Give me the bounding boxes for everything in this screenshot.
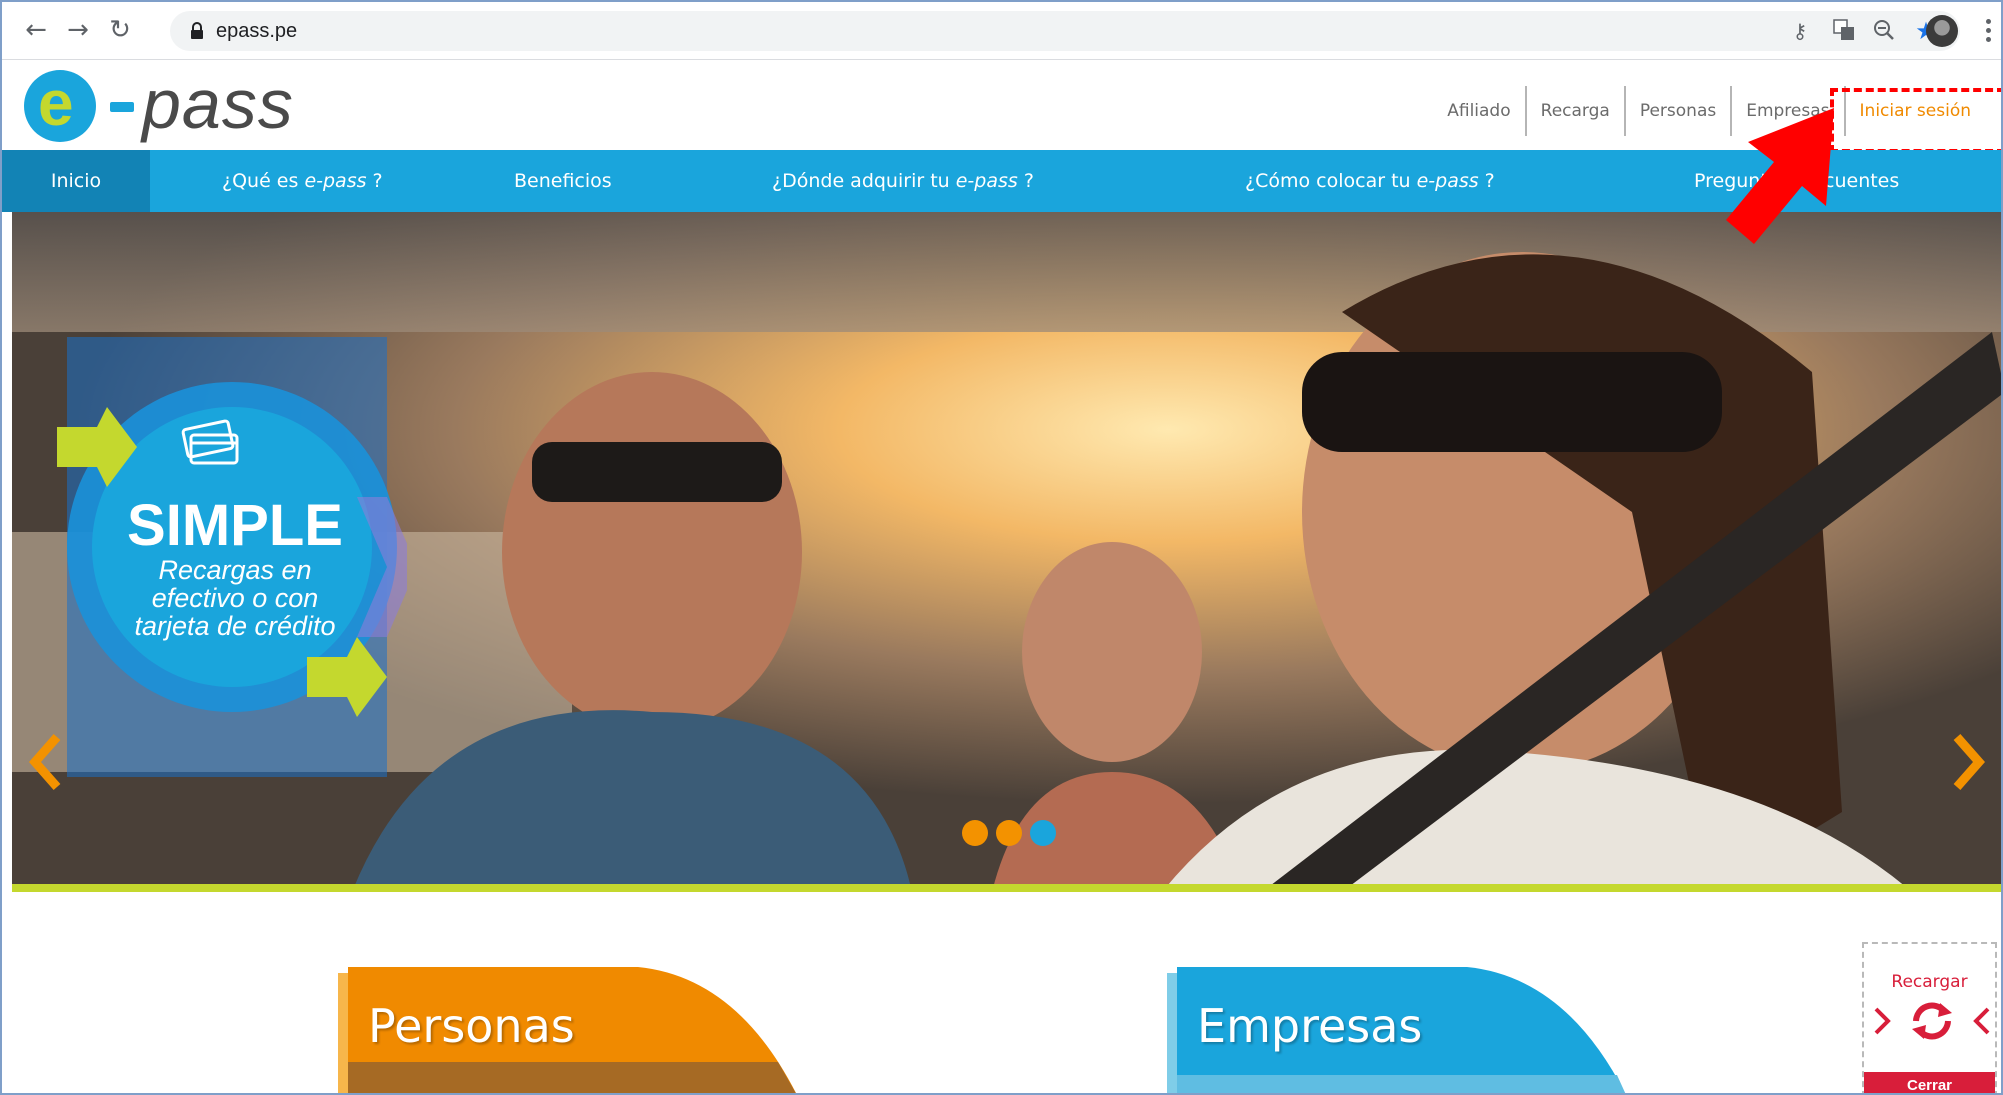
translate-icon[interactable]	[1832, 19, 1856, 43]
nav-item-que-es[interactable]: ¿Qué es e-pass ?	[222, 150, 383, 212]
card-personas[interactable]: Personas	[338, 967, 808, 1093]
nav-item-beneficios[interactable]: Beneficios	[514, 150, 612, 212]
recargar-icons[interactable]	[1872, 1001, 1992, 1041]
promo-line: efectivo o con	[151, 583, 319, 613]
nav-label: Inicio	[50, 170, 102, 192]
top-link-afiliado[interactable]: Afiliado	[1433, 86, 1524, 136]
cerrar-button[interactable]: Cerrar	[1864, 1072, 1995, 1093]
hero-underline	[12, 884, 2001, 892]
nav-item-donde-adquirir[interactable]: ¿Dónde adquirir tu e-pass ?	[772, 150, 1034, 212]
logo-dash	[110, 102, 134, 112]
back-arrow-icon[interactable]: ←	[22, 16, 50, 44]
recargar-widget[interactable]: Recargar Cerrar	[1862, 942, 1997, 1093]
lock-icon	[191, 22, 203, 39]
browser-toolbar: ← → ↻ epass.pe ⚷ ★	[2, 2, 2001, 60]
highlight-annotation	[1830, 88, 2001, 153]
address-bar[interactable]: epass.pe ⚷ ★	[170, 11, 1960, 51]
carousel-dots	[962, 820, 1072, 848]
epass-logo[interactable]: e pass	[24, 65, 324, 144]
card-empresas[interactable]: Empresas	[1167, 967, 1637, 1093]
carousel-dot[interactable]	[962, 820, 988, 846]
url-text[interactable]: epass.pe	[216, 20, 297, 43]
nav-label: ¿Qué es	[222, 170, 305, 192]
carousel-next-arrow[interactable]	[1947, 732, 1987, 792]
site-header: e pass Afiliado Recarga Personas Empresa…	[2, 60, 2001, 153]
nav-label: ?	[1017, 170, 1034, 192]
nav-label-em: e-pass	[1416, 170, 1479, 192]
refresh-icon	[1912, 1002, 1952, 1040]
recargar-label[interactable]: Recargar	[1864, 972, 1995, 992]
card-personas-title: Personas	[368, 999, 575, 1053]
nav-label: ?	[1478, 170, 1495, 192]
main-nav: Inicio ¿Qué es e-pass ? Beneficios ¿Dónd…	[2, 150, 2001, 212]
nav-label-em: e-pass	[955, 170, 1018, 192]
nav-label: ¿Cómo colocar tu	[1245, 170, 1417, 192]
nav-label: ?	[366, 170, 383, 192]
promo-line: tarjeta de crédito	[134, 611, 336, 641]
top-link-recarga[interactable]: Recarga	[1524, 86, 1624, 136]
carousel-dot[interactable]	[996, 820, 1022, 846]
reload-icon[interactable]: ↻	[106, 16, 134, 44]
nav-label: ¿Dónde adquirir tu	[772, 170, 956, 192]
zoom-icon[interactable]	[1872, 19, 1896, 43]
red-arrow-annotation	[1726, 108, 1834, 244]
promo-description: Recargas en efectivo o con tarjeta de cr…	[110, 556, 360, 640]
promo-line: Recargas en	[158, 555, 312, 585]
logo-mark: e	[38, 67, 74, 139]
nav-label-em: e-pass	[304, 170, 367, 192]
key-icon[interactable]: ⚷	[1788, 19, 1812, 43]
logo-text: pass	[142, 65, 294, 143]
menu-dots-icon[interactable]	[1982, 15, 1994, 47]
nav-item-como-colocar[interactable]: ¿Cómo colocar tu e-pass ?	[1245, 150, 1495, 212]
forward-arrow-icon[interactable]: →	[64, 16, 92, 44]
chevron-right-icon	[1874, 1007, 1891, 1035]
promo-title: SIMPLE	[127, 493, 343, 558]
top-link-personas[interactable]: Personas	[1623, 86, 1730, 136]
carousel-dot-active[interactable]	[1030, 820, 1056, 846]
profile-avatar[interactable]	[1926, 15, 1958, 47]
nav-label: Beneficios	[514, 170, 612, 192]
card-empresas-title: Empresas	[1197, 999, 1423, 1053]
nav-item-inicio[interactable]: Inicio	[2, 150, 150, 212]
chevron-left-icon	[1973, 1007, 1990, 1035]
browser-window: ← → ↻ epass.pe ⚷ ★ e pass	[0, 0, 2003, 1095]
